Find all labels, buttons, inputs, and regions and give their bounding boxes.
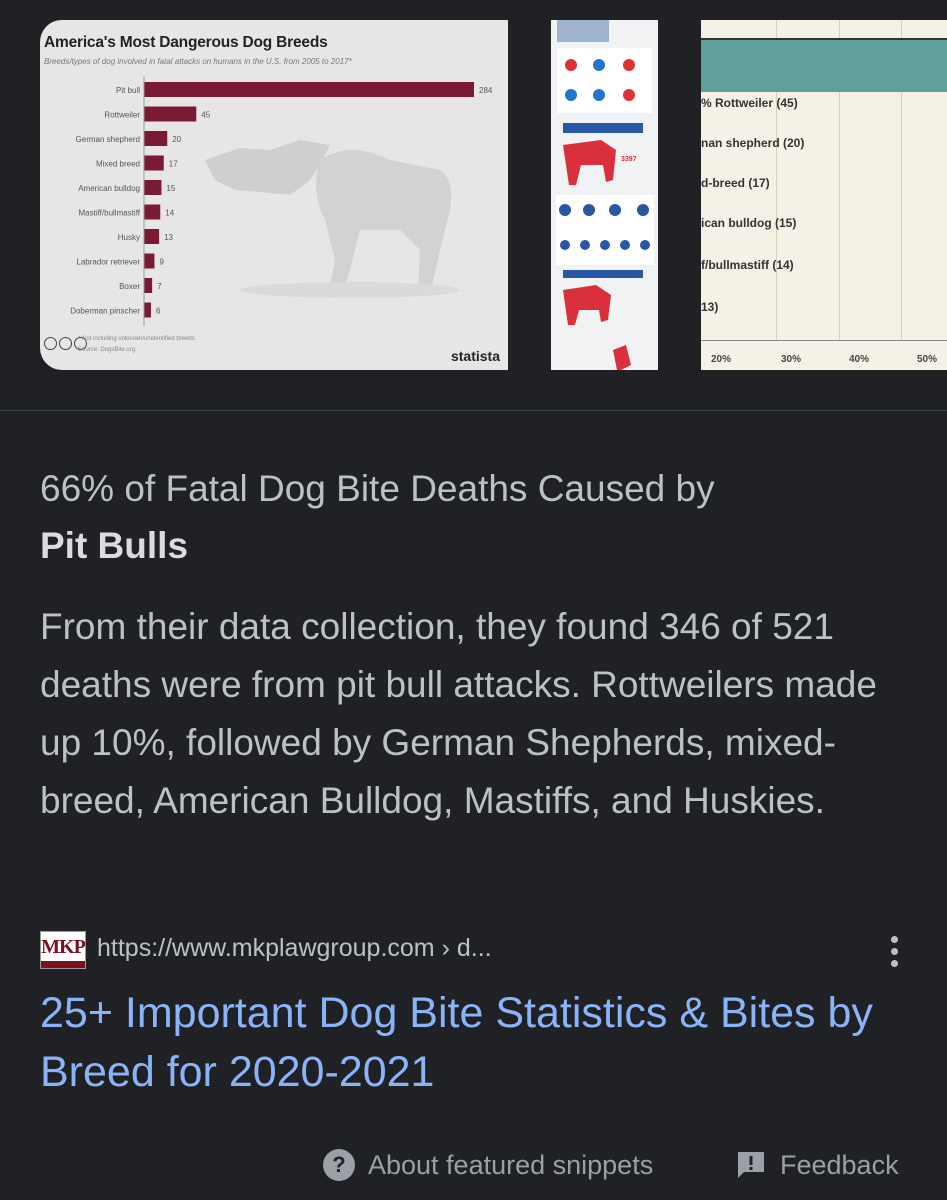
x-tick-label: 50% [917, 354, 938, 365]
feedback-link[interactable]: Feedback [736, 1148, 899, 1182]
bar [144, 278, 153, 293]
result-title-link[interactable]: 25+ Important Dog Bite Statistics & Bite… [40, 984, 920, 1102]
bar-category-label: Mastiff/bullmastiff [78, 209, 140, 218]
bar-value-label: 17 [169, 160, 178, 169]
chart-subtitle: Breeds/types of dog involved in fatal at… [44, 57, 352, 66]
feedback-icon [738, 1152, 764, 1178]
x-axis [701, 340, 947, 341]
more-options-icon[interactable] [879, 936, 909, 972]
x-tick-label: 40% [849, 354, 870, 365]
bar-category-label: Husky [118, 233, 140, 242]
x-tick-label: 30% [781, 354, 802, 365]
bar [144, 204, 161, 220]
bar-value-label: 15 [166, 184, 175, 193]
bar-category-label: Doberman pinscher [70, 307, 140, 316]
infographic-illustration [556, 20, 654, 370]
feedback-label: Feedback [780, 1149, 899, 1180]
bar-category-label: Boxer [119, 282, 140, 291]
snippet-text: From their data collection, they found 3… [40, 606, 877, 821]
bar-value-label: 13 [164, 233, 173, 242]
favicon-letters: MKP [41, 936, 86, 958]
bar-category-label: Pit bull [116, 86, 140, 95]
chart-footnote: * Not including unknown/unidentified bre… [78, 336, 195, 342]
bar-value-label: 9 [159, 258, 164, 267]
breed-row-label: f/bullmastiff (14) [701, 258, 794, 272]
headline-bold-answer: Pit Bulls [40, 525, 189, 566]
bar-category-label: Rottweiler [104, 111, 140, 120]
snippet-headline: 66% of Fatal Dog Bite Deaths Caused by P… [40, 460, 920, 574]
breed-row-label: d-breed (17) [701, 176, 770, 190]
breed-row-label: % Rottweiler (45) [701, 96, 798, 110]
headline-text: 66% of Fatal Dog Bite Deaths Caused by [40, 468, 715, 509]
bar-category-label: Mixed breed [96, 160, 140, 169]
breed-row-label: 13) [701, 300, 719, 314]
bar-value-label: 45 [201, 111, 210, 120]
bar [144, 253, 155, 269]
chart-title: America's Most Dangerous Dog Breeds [44, 34, 328, 51]
bar-value-label: 20 [172, 135, 181, 144]
about-featured-snippets-link[interactable]: ? About featured snippets [323, 1148, 653, 1182]
bar [144, 82, 474, 97]
image-thumbnail-breed-percentages[interactable]: % Rottweiler (45) nan shepherd (20) d-br… [701, 20, 947, 370]
bar-category-label: Labrador retriever [76, 258, 140, 267]
help-icon: ? [323, 1149, 355, 1181]
breed-row-label: ican bulldog (15) [701, 216, 797, 230]
section-divider [0, 410, 947, 411]
about-label: About featured snippets [368, 1149, 654, 1180]
result-url[interactable]: https://www.mkplawgroup.com › d... [97, 934, 492, 963]
bar-category-label: American bulldog [78, 184, 140, 193]
bar-chart: Pit bull 284 Rottweiler 45 German shepherd 20… [70, 76, 493, 326]
bar [144, 155, 164, 171]
bar [144, 131, 168, 146]
bar-value-label: 7 [157, 282, 162, 291]
infographic-number: 3397 [621, 156, 637, 163]
bar [144, 302, 151, 318]
chart-source: Source: DogsBite.org [78, 347, 136, 353]
bar-value-label: 6 [156, 307, 161, 316]
x-tick-label: 20% [711, 354, 732, 365]
image-thumbnail-statista-chart[interactable]: America's Most Dangerous Dog Breeds Bree… [40, 20, 508, 370]
statista-logo: statista [450, 348, 500, 364]
bar [144, 106, 197, 122]
breed-row-label: nan shepherd (20) [701, 136, 805, 150]
image-thumbnail-infographic[interactable]: 3397 [551, 20, 658, 370]
bar [144, 229, 160, 244]
site-favicon[interactable]: MKP [40, 931, 86, 969]
highlight-band [701, 38, 947, 92]
bar-value-label: 284 [479, 86, 493, 95]
bar [144, 180, 162, 195]
favicon-bar [41, 961, 85, 968]
bar-value-label: 14 [165, 209, 174, 218]
bar-category-label: German shepherd [76, 135, 140, 144]
